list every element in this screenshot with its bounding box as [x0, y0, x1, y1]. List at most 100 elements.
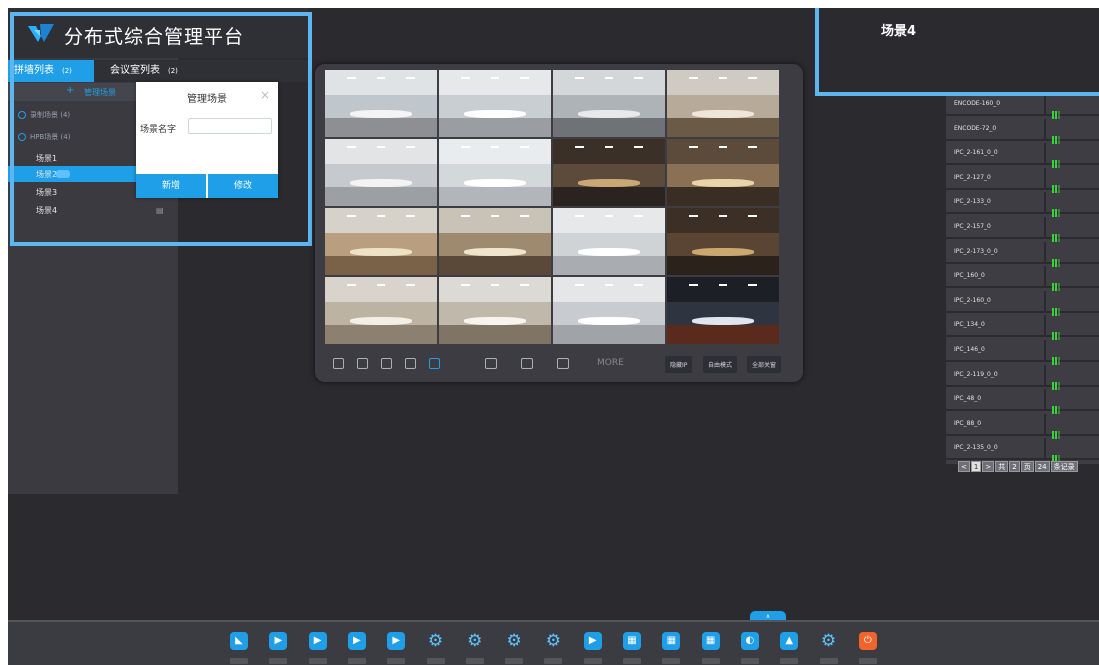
dock-item-label: [505, 658, 524, 664]
capture-icon[interactable]: [405, 358, 416, 369]
total-records: 24: [1034, 461, 1050, 472]
signal-icon: [1052, 174, 1062, 193]
video-window[interactable]: [325, 139, 437, 206]
column-divider: [1044, 340, 1046, 362]
signal-icon: [1052, 198, 1062, 218]
device-row[interactable]: IPC_134_0: [946, 315, 1099, 341]
video-window[interactable]: [553, 139, 665, 206]
device-name: IPC_2-173_0_0: [954, 247, 998, 255]
close-all-button[interactable]: 全部关窗: [747, 356, 782, 373]
device-row[interactable]: IPC_2-119_0_0: [946, 364, 1099, 390]
dock-item-label: [858, 658, 877, 664]
font-icon[interactable]: [357, 358, 368, 369]
app-logo-icon[interactable]: ◣: [230, 632, 248, 650]
video-window[interactable]: [667, 139, 779, 206]
layout-1-icon[interactable]: [485, 358, 497, 369]
device-row[interactable]: IPC_160_0: [946, 266, 1099, 292]
signal-icon: [1052, 125, 1062, 144]
play-icon[interactable]: ▶: [583, 632, 602, 650]
dock-item-label: [426, 658, 445, 664]
grid-icon[interactable]: ▦: [623, 632, 641, 650]
next-page-button[interactable]: >: [982, 461, 995, 472]
video-window[interactable]: [667, 277, 779, 344]
signal-icon: [1052, 248, 1062, 267]
device-row[interactable]: IPC_48_0: [946, 389, 1099, 415]
device-row[interactable]: IPC_2-173_0_0: [946, 241, 1099, 267]
lock-icon[interactable]: [333, 358, 344, 369]
signal-icon: [1052, 223, 1062, 242]
video-window[interactable]: [667, 208, 779, 275]
column-divider: [1044, 290, 1046, 313]
signal-icon: [1052, 371, 1062, 390]
device-row[interactable]: IPC_88_0: [946, 413, 1099, 439]
globe-icon[interactable]: ◐: [740, 632, 759, 650]
column-divider: [1044, 94, 1046, 116]
dock-item-label: [583, 658, 602, 664]
device-row[interactable]: IPC_2-160_0: [946, 290, 1099, 316]
gear-icon[interactable]: ⚙: [466, 632, 484, 650]
user-icon[interactable]: ▲: [780, 632, 799, 650]
video-window[interactable]: [553, 208, 665, 275]
signal-icon: [1052, 100, 1062, 119]
power-icon[interactable]: ⏻: [858, 632, 877, 650]
device-row[interactable]: ENCODE-160_0: [946, 94, 1099, 119]
window-icon[interactable]: [429, 358, 440, 369]
video-window[interactable]: [325, 277, 437, 344]
device-row[interactable]: IPC_146_0: [946, 340, 1099, 365]
dock-item-label: [269, 658, 288, 664]
video-window[interactable]: [439, 139, 551, 206]
gear-icon[interactable]: ⚙: [820, 632, 838, 650]
highlight-frame-left: [10, 12, 312, 246]
video-window[interactable]: [439, 70, 551, 137]
pages-unit: 页: [1020, 461, 1034, 472]
video-window[interactable]: [325, 208, 437, 275]
play-icon[interactable]: ▶: [387, 632, 406, 650]
layout-4-icon[interactable]: [521, 358, 533, 369]
dock-item-label: [780, 658, 799, 664]
gear-icon[interactable]: ⚙: [505, 632, 523, 650]
free-mode-button[interactable]: 自由模式: [703, 356, 738, 373]
signal-icon: [1052, 444, 1062, 464]
gear-icon[interactable]: ⚙: [544, 632, 562, 650]
gear-icon[interactable]: ⚙: [427, 632, 445, 650]
play-icon[interactable]: ▶: [269, 632, 288, 650]
dock-item-label: [701, 658, 720, 664]
video-window[interactable]: [439, 277, 551, 344]
signal-icon: [1052, 420, 1062, 439]
dock-item-label: [544, 658, 563, 664]
dock-item-label: [387, 658, 406, 664]
device-row[interactable]: ENCODE-72_0: [946, 118, 1099, 144]
device-name: IPC_160_0: [954, 272, 985, 280]
signal-icon: [1052, 297, 1062, 316]
dock-item-label: [819, 658, 838, 664]
device-row[interactable]: IPC_2-133_0: [946, 192, 1099, 218]
device-name: IPC_2-161_0_0: [954, 149, 998, 157]
app-window: + 管理场景 录制场景 (4) HPB场景 (4) 场景1 场景2 场景3 场景…: [8, 8, 1099, 665]
play-icon[interactable]: ▶: [347, 632, 366, 650]
signal-icon: [1052, 395, 1062, 415]
column-divider: [1044, 266, 1046, 289]
video-window[interactable]: [667, 70, 779, 137]
device-row[interactable]: IPC_2-161_0_0: [946, 143, 1099, 169]
hide-ip-button[interactable]: 隐藏IP: [665, 356, 693, 373]
prev-page-button[interactable]: <: [958, 461, 970, 472]
video-window[interactable]: [553, 70, 665, 137]
video-window[interactable]: [325, 70, 437, 137]
highlight-scene-name: 场景4: [881, 24, 917, 39]
hd-icon[interactable]: [381, 358, 392, 369]
video-window[interactable]: [553, 277, 665, 344]
grid-icon[interactable]: ▦: [662, 632, 681, 650]
dock-item-label: [623, 658, 641, 664]
device-row[interactable]: IPC_2-135_0_0: [946, 438, 1099, 464]
grid-icon[interactable]: ▦: [701, 632, 720, 650]
device-row[interactable]: IPC_2-127_0: [946, 167, 1099, 193]
device-row[interactable]: IPC_2-157_0: [946, 217, 1099, 242]
layout-9-icon[interactable]: [557, 358, 569, 369]
play-icon[interactable]: ▶: [308, 632, 327, 650]
column-divider: [1044, 315, 1046, 338]
page-1-button[interactable]: 1: [970, 461, 982, 472]
wall-toolbar: MORE 隐藏IP 自由模式 全部关窗: [315, 352, 803, 376]
device-name: IPC_2-160_0: [954, 296, 991, 304]
more-button[interactable]: MORE: [597, 358, 624, 368]
video-window[interactable]: [439, 208, 551, 275]
